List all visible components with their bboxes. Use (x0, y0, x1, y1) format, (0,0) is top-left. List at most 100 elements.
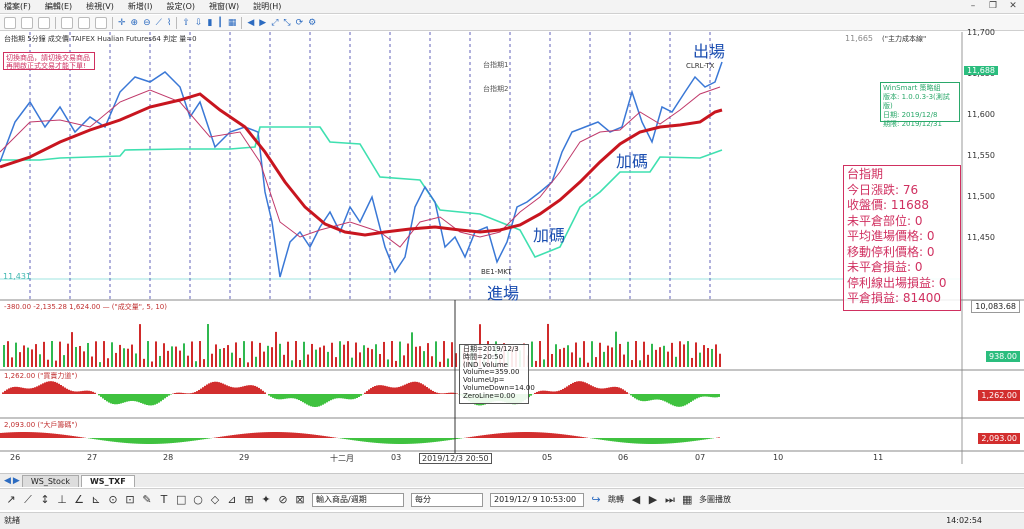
volume-bar (267, 345, 269, 367)
close-icon[interactable]: ✕ (1006, 1, 1020, 12)
volume-bar (83, 351, 85, 367)
menu-view[interactable]: 檢視(V) (86, 1, 114, 12)
multi-chart-button[interactable]: 多圖播放 (699, 494, 731, 505)
force-bar (398, 386, 400, 394)
force-bar (346, 394, 348, 400)
force-bar (438, 393, 440, 394)
menu-window[interactable]: 視窗(W) (209, 1, 239, 12)
force-bar (446, 392, 448, 394)
jump-icon[interactable]: ↪ (591, 493, 601, 506)
tab-ws-txf[interactable]: WS_TXF (80, 474, 135, 487)
zoom-in-icon[interactable]: ⊕ (131, 18, 139, 28)
force-bar (544, 390, 546, 394)
tab-next-icon[interactable]: ▶ (13, 476, 20, 486)
menu-help[interactable]: 說明(H) (253, 1, 281, 12)
volume-bar (559, 349, 561, 367)
volume-bar (451, 342, 453, 367)
restore-icon[interactable]: ❐ (986, 1, 1000, 12)
new-icon[interactable] (4, 16, 16, 29)
zoom-out-icon[interactable]: ⊖ (143, 18, 151, 28)
rect-tool-icon[interactable]: □ (176, 493, 186, 506)
star-tool-icon[interactable]: ✦ (261, 493, 271, 506)
arrow-up-icon[interactable]: ⇧ (182, 18, 190, 28)
volume-bar (39, 354, 41, 367)
draw-tool-icon[interactable]: ↗ (6, 493, 16, 506)
force-bar (676, 394, 678, 407)
volume-bar (687, 341, 689, 367)
chip-bar (20, 432, 22, 438)
force-bar (686, 394, 688, 405)
expand-icon[interactable]: ⤢ (271, 18, 278, 28)
tab-ws-stock[interactable]: WS_Stock (21, 474, 79, 487)
menu-settings[interactable]: 設定(O) (166, 1, 195, 12)
force-bar (206, 384, 208, 394)
force-bar (108, 394, 110, 403)
volume-bar (295, 341, 297, 367)
chip-bar (514, 432, 516, 438)
minimize-icon[interactable]: – (966, 1, 980, 12)
play-back-icon[interactable]: ◀ (631, 493, 641, 506)
jump-button[interactable]: 跳轉 (608, 494, 624, 505)
menu-edit[interactable]: 編輯(E) (45, 1, 72, 12)
bar-icon[interactable]: ▮ (207, 18, 212, 28)
draw-tool-icon[interactable]: ⊥ (57, 493, 67, 506)
clear-tool-icon[interactable]: ⊠ (295, 493, 305, 506)
delete-tool-icon[interactable]: ⊘ (278, 493, 288, 506)
diamond-tool-icon[interactable]: ◇ (210, 493, 220, 506)
settings-icon[interactable]: ⚙ (308, 18, 316, 28)
sheet-tabs: ◀ ▶ WS_Stock WS_TXF (0, 473, 1024, 487)
grid-tool-icon[interactable]: ⊞ (244, 493, 254, 506)
force-bar (114, 394, 116, 405)
triangle-tool-icon[interactable]: ⊿ (227, 493, 237, 506)
force-bar (226, 385, 228, 394)
volume-bar (219, 348, 221, 367)
fast-forward-icon[interactable]: ⏭ (665, 493, 675, 507)
chip-bar (512, 432, 514, 438)
draw-tool-icon[interactable]: ⊾ (91, 493, 101, 506)
refresh-icon[interactable]: ⟳ (296, 18, 304, 28)
datetime-input[interactable]: 2019/12/ 9 10:53:00 (490, 492, 584, 507)
chip-bar (456, 438, 458, 439)
indicator-row-right: ("主力成本線" (882, 35, 927, 43)
chip-bar (224, 436, 226, 438)
chip-bar (572, 435, 574, 438)
trend-icon[interactable]: ⌇ (167, 18, 171, 28)
symbol-input[interactable]: 輸入商品/週期 (312, 492, 404, 507)
draw-tool-icon[interactable]: ⊡ (125, 493, 135, 506)
chip-bar (450, 438, 452, 440)
grid-icon[interactable]: ▦ (228, 18, 237, 28)
chart-area[interactable]: 台指期 5分鐘 成交價 TAIFEX Hualian Futures64 判定 … (0, 28, 1024, 464)
volume-bar (667, 351, 669, 367)
open-icon[interactable] (21, 16, 33, 29)
candle-icon[interactable]: ┃ (217, 18, 222, 28)
multi-chart-icon[interactable]: ▦ (682, 493, 692, 506)
draw-tool-icon[interactable]: ↕ (40, 493, 50, 506)
draw-tool-icon[interactable]: ⟋ (23, 493, 33, 507)
text-tool-icon[interactable]: T (159, 493, 169, 506)
menu-insert[interactable]: 新增(I) (128, 1, 153, 12)
scroll-right-icon[interactable]: ▶ (259, 18, 266, 28)
tab-prev-icon[interactable]: ◀ (4, 476, 11, 486)
draw-tool-icon[interactable]: ⊙ (108, 493, 118, 506)
scroll-left-icon[interactable]: ◀ (247, 18, 254, 28)
draw-tool-icon[interactable]: ✎ (142, 493, 152, 506)
print-icon[interactable] (61, 16, 73, 29)
volume-bar (167, 350, 169, 367)
arrow-down-icon[interactable]: ⇩ (195, 18, 203, 28)
force-bar (300, 394, 302, 402)
collapse-icon[interactable]: ⤡ (283, 18, 290, 28)
play-icon[interactable]: ▶ (648, 493, 658, 506)
chart-type-icon[interactable] (95, 16, 107, 29)
line-tool-icon[interactable]: ⟋ (156, 18, 162, 28)
date-tick: 28 (163, 453, 174, 462)
copy-icon[interactable] (78, 16, 90, 29)
save-icon[interactable] (38, 16, 50, 29)
crosshair-icon[interactable]: ✛ (118, 18, 126, 28)
chip-bar (180, 438, 182, 443)
force-bar (418, 382, 420, 394)
chip-bar (124, 438, 126, 443)
draw-tool-icon[interactable]: ∠ (74, 493, 84, 506)
period-select[interactable]: 每分 (411, 492, 483, 507)
ellipse-tool-icon[interactable]: ○ (193, 493, 203, 506)
menu-file[interactable]: 檔案(F) (4, 1, 31, 12)
